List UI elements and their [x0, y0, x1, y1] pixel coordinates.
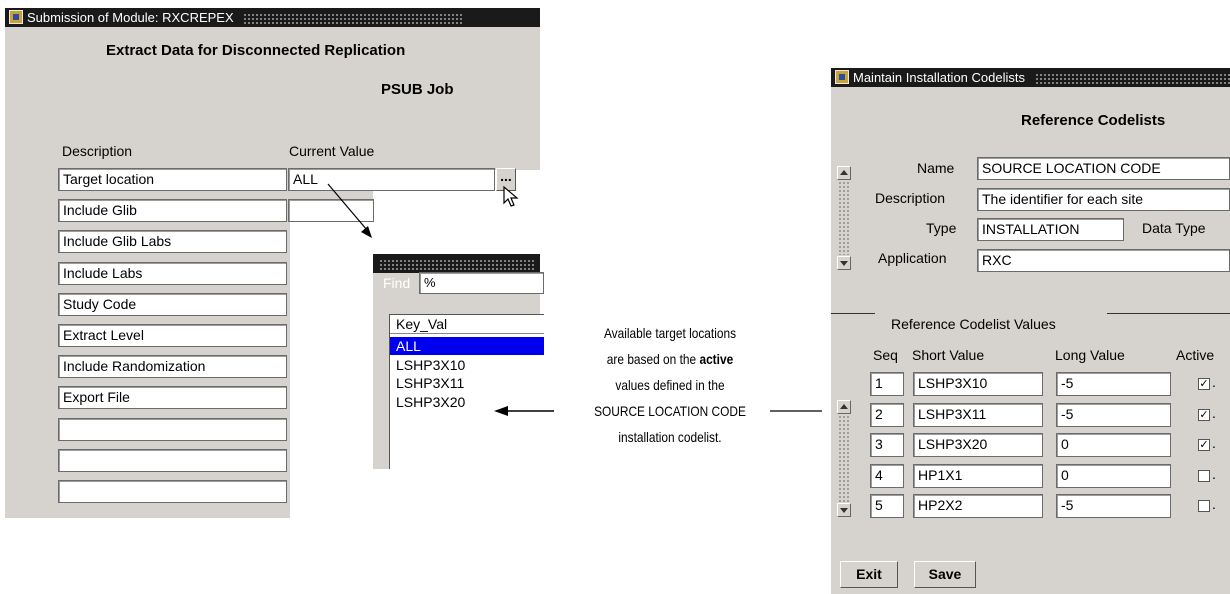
type-field[interactable]: INSTALLATION — [977, 218, 1124, 241]
scroll-down-icon[interactable] — [837, 503, 851, 517]
scroll-up-icon[interactable] — [837, 166, 851, 180]
find-label: Find — [383, 275, 411, 291]
column-header-current-value: Current Value — [289, 143, 375, 159]
description-row[interactable]: Extract Level — [58, 324, 287, 347]
long-value-field[interactable]: 0 — [1056, 463, 1171, 488]
mouse-pointer-icon — [503, 186, 519, 207]
annotation-line: SOURCE LOCATION CODE — [594, 403, 746, 419]
short-value-field[interactable]: LSHP3X11 — [913, 402, 1043, 427]
page-subheading: PSUB Job — [381, 81, 454, 98]
lov-ellipsis-icon: ... — [500, 168, 512, 184]
description-row[interactable]: Include Glib Labs — [58, 230, 287, 254]
type-label: Type — [926, 220, 957, 236]
window-app-icon — [835, 70, 849, 84]
description-row[interactable]: Export File — [58, 386, 287, 410]
codelist-window-title: Maintain Installation Codelists — [853, 70, 1025, 85]
section-divider — [1107, 313, 1230, 314]
name-field[interactable]: SOURCE LOCATION CODE — [977, 157, 1230, 180]
short-value-field[interactable]: LSHP3X10 — [913, 372, 1043, 396]
lov-popup-titlebar[interactable] — [373, 254, 540, 273]
description-row[interactable] — [58, 417, 287, 441]
titlebar-texture — [379, 259, 534, 271]
annotation-text: Available target locations are based on … — [568, 320, 772, 450]
description-label: Description — [875, 190, 946, 206]
checkbox-unchecked-icon[interactable] — [1198, 469, 1210, 482]
submission-window-title: Submission of Module: RXCREPEX — [27, 10, 234, 25]
seq-field[interactable]: 1 — [870, 372, 904, 396]
lov-item[interactable]: LSHP3X10 — [390, 356, 544, 374]
lov-column-header: Key_Val — [390, 315, 544, 334]
checkbox-checked-icon[interactable]: ✓ — [1198, 378, 1210, 390]
description-field[interactable]: The identifier for each site — [977, 188, 1230, 211]
column-header-seq: Seq — [873, 347, 898, 363]
page-heading: Extract Data for Disconnected Replicatio… — [106, 42, 406, 59]
description-row[interactable]: Include Randomization — [58, 355, 287, 379]
short-value-field[interactable]: HP1X1 — [913, 463, 1043, 488]
codelist-window-titlebar[interactable]: Maintain Installation Codelists — [831, 68, 1230, 87]
titlebar-texture — [1034, 73, 1230, 85]
exit-button[interactable]: Exit — [840, 561, 898, 588]
save-button[interactable]: Save — [914, 561, 976, 588]
values-section-label: Reference Codelist Values — [891, 316, 1056, 332]
lov-item[interactable]: ALL — [390, 337, 544, 355]
checkbox-suffix: . — [1212, 465, 1216, 482]
long-value-field[interactable]: -5 — [1056, 372, 1171, 396]
find-input[interactable]: % — [419, 272, 544, 294]
annotation-line: are based on the active — [606, 351, 734, 367]
titlebar-texture — [243, 13, 464, 25]
column-header-long-value: Long Value — [1055, 347, 1125, 363]
checkbox-suffix: . — [1212, 404, 1216, 421]
column-header-description: Description — [62, 143, 133, 159]
scroll-up-icon[interactable] — [837, 400, 851, 414]
annotation-emphasis: active — [699, 351, 734, 367]
description-row[interactable]: Include Labs — [58, 261, 287, 285]
lov-column-header-label: Key_Val — [396, 316, 448, 332]
checkbox-checked-icon[interactable]: ✓ — [1198, 408, 1210, 421]
annotation-line: Available target locations — [603, 325, 737, 341]
codelist-heading: Reference Codelists — [1021, 112, 1166, 129]
long-value-field[interactable]: -5 — [1056, 402, 1171, 427]
checkbox-suffix: . — [1212, 435, 1216, 451]
name-label: Name — [917, 160, 955, 176]
arrow-icon — [494, 406, 554, 416]
long-value-field[interactable]: 0 — [1056, 433, 1171, 457]
application-field[interactable]: RXC — [977, 249, 1230, 272]
data-type-label: Data Type — [1142, 220, 1206, 236]
scroll-down-icon[interactable] — [837, 256, 851, 270]
description-row[interactable]: Target location — [58, 168, 287, 191]
seq-field[interactable]: 5 — [870, 494, 904, 518]
description-row[interactable] — [58, 448, 287, 472]
annotation-line: values defined in the — [615, 377, 725, 393]
long-value-field[interactable]: -5 — [1056, 494, 1171, 518]
description-row[interactable]: Include Glib — [58, 199, 287, 223]
scroll-track[interactable] — [838, 181, 850, 255]
seq-field[interactable]: 3 — [870, 433, 904, 457]
window-app-icon — [9, 10, 23, 24]
description-row[interactable]: Study Code — [58, 292, 287, 316]
annotation-line: installation codelist. — [618, 429, 722, 445]
checkbox-suffix: . — [1212, 374, 1216, 390]
column-header-short-value: Short Value — [912, 347, 985, 363]
section-divider — [831, 313, 875, 314]
checkbox-suffix: . — [1212, 496, 1216, 512]
arrow-icon — [327, 183, 372, 238]
seq-field[interactable]: 4 — [870, 463, 904, 488]
description-row[interactable] — [58, 480, 287, 503]
short-value-field[interactable]: LSHP3X20 — [913, 433, 1043, 457]
column-header-active: Active — [1176, 347, 1215, 363]
short-value-field[interactable]: HP2X2 — [913, 494, 1043, 518]
checkbox-checked-icon[interactable]: ✓ — [1198, 439, 1210, 451]
submission-window-titlebar[interactable]: Submission of Module: RXCREPEX — [5, 8, 540, 27]
seq-field[interactable]: 2 — [870, 402, 904, 427]
application-label: Application — [878, 250, 947, 266]
lov-item[interactable]: LSHP3X11 — [390, 374, 544, 392]
connector-line — [770, 410, 822, 412]
checkbox-unchecked-icon[interactable] — [1198, 500, 1210, 512]
scroll-track[interactable] — [838, 415, 850, 513]
